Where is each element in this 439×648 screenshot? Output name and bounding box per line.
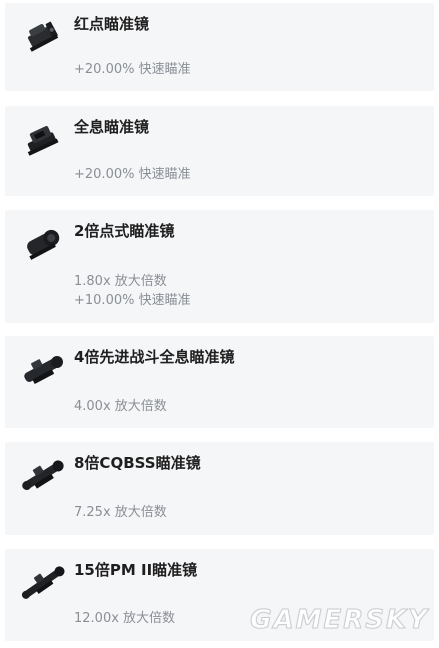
scope-item-holographic[interactable]: 全息瞄准镜 +20.00% 快速瞄准 [5, 106, 434, 196]
stat-line: +20.00% 快速瞄准 [74, 167, 191, 182]
8x-cqbss-scope-icon [19, 456, 65, 496]
scope-stats: 12.00x 放大倍数 [74, 609, 175, 628]
stat-line: +10.00% 快速瞄准 [74, 293, 191, 308]
scope-item-red-dot[interactable]: 红点瞄准镜 +20.00% 快速瞄准 [5, 3, 434, 91]
scope-title: 全息瞄准镜 [74, 118, 150, 136]
scope-list: 红点瞄准镜 +20.00% 快速瞄准 全息瞄准镜 +20.00% 快速瞄准 2倍… [0, 0, 439, 648]
scope-title: 8倍CQBSS瞄准镜 [74, 454, 201, 472]
watermark: GAMERSKY [250, 605, 429, 636]
stat-line: 4.00x 放大倍数 [74, 399, 167, 414]
scope-item-8x[interactable]: 8倍CQBSS瞄准镜 7.25x 放大倍数 [5, 442, 434, 535]
stat-line: +20.00% 快速瞄准 [74, 62, 191, 77]
2x-scope-icon [19, 224, 65, 264]
scope-title: 2倍点式瞄准镜 [74, 222, 175, 240]
holographic-scope-icon [19, 120, 65, 160]
15x-pm2-scope-icon [19, 563, 65, 603]
red-dot-scope-icon [19, 15, 65, 55]
stat-line: 7.25x 放大倍数 [74, 505, 167, 520]
stat-line: 12.00x 放大倍数 [74, 611, 176, 626]
scope-stats: 4.00x 放大倍数 [74, 397, 167, 416]
4x-acog-scope-icon [19, 350, 65, 390]
scope-stats: +20.00% 快速瞄准 [74, 60, 191, 79]
stat-line: 1.80x 放大倍数 [74, 274, 167, 289]
scope-item-4x[interactable]: 4倍先进战斗全息瞄准镜 4.00x 放大倍数 [5, 336, 434, 428]
scope-title: 红点瞄准镜 [74, 15, 150, 33]
scope-stats: 7.25x 放大倍数 [74, 503, 167, 522]
scope-stats: 1.80x 放大倍数 +10.00% 快速瞄准 [74, 272, 191, 310]
scope-title: 15倍PM II瞄准镜 [74, 561, 198, 579]
scope-stats: +20.00% 快速瞄准 [74, 165, 191, 184]
scope-item-2x[interactable]: 2倍点式瞄准镜 1.80x 放大倍数 +10.00% 快速瞄准 [5, 210, 434, 323]
scope-title: 4倍先进战斗全息瞄准镜 [74, 348, 235, 366]
